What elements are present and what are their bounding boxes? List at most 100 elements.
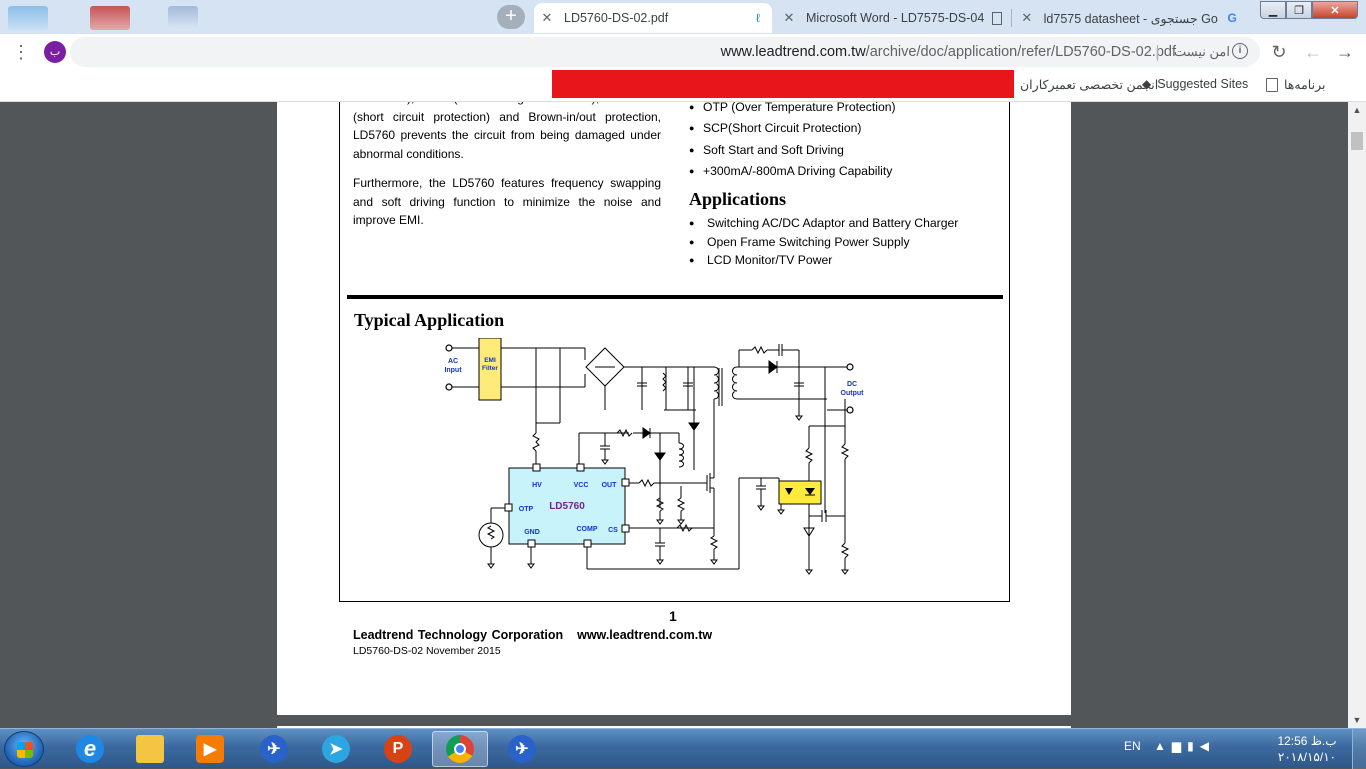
footer-company: Leadtrend Technology Corporation www.lead… xyxy=(353,628,712,642)
typical-application-heading: Typical Application xyxy=(354,310,505,330)
tab-ld5760[interactable]: ✕ LD5760-DS-02.pdf ℓ xyxy=(534,3,772,33)
back-arrow-icon[interactable]: ← xyxy=(1302,41,1324,63)
bookmark-label: انجمن تخصصی تعمیرکاران xyxy=(1020,78,1159,92)
show-desktop-button[interactable] xyxy=(1352,729,1366,769)
security-label[interactable]: امن نیست xyxy=(1174,44,1230,60)
tab-title: ld7575 datasheet - جستجوی Google xyxy=(1043,11,1219,26)
taskbar-ie[interactable]: e xyxy=(62,731,118,767)
close-icon[interactable]: ✕ xyxy=(538,10,556,26)
pin-comp: COMP xyxy=(577,526,598,533)
pdf-page-1: Protection), OVP (Over Voltage Protectio… xyxy=(277,102,1071,715)
new-tab-button[interactable]: + xyxy=(497,5,525,29)
taskbar-app-bird[interactable]: ✈ xyxy=(246,731,302,767)
list-item: +300mA/-800mA Driving Capability xyxy=(689,161,896,183)
pin-cs: CS xyxy=(608,527,618,534)
profile-avatar[interactable]: ب xyxy=(44,41,66,63)
page-number: 1 xyxy=(669,608,677,624)
scroll-up-icon[interactable]: ▲ xyxy=(1348,105,1366,115)
forward-arrow-icon[interactable]: → xyxy=(1334,41,1356,63)
network-icon[interactable]: ▆ xyxy=(1172,739,1187,753)
bookmark-forum[interactable]: انجمن تخصصی تعمیرکاران xyxy=(1020,77,1158,92)
volume-icon[interactable]: ◀ xyxy=(1200,739,1215,753)
maximize-button[interactable]: ❐ xyxy=(1286,1,1312,19)
media-player-icon: ▶ xyxy=(196,735,224,763)
scroll-down-icon[interactable]: ▼ xyxy=(1348,715,1366,725)
info-icon[interactable]: i xyxy=(1232,43,1248,59)
clock-date: ۲۰۱۸/۱۵/۱۰ xyxy=(1277,750,1337,764)
bird-app-icon: ✈ xyxy=(260,735,288,763)
tab-strip: + ✕ LD5760-DS-02.pdf ℓ ✕ Microsoft Word … xyxy=(0,0,1366,34)
suggested-sites-icon: ◆ xyxy=(1142,77,1152,91)
optocoupler-block xyxy=(778,480,822,505)
telegram-icon: ➤ xyxy=(322,735,350,763)
pdf-viewer[interactable]: Protection), OVP (Over Voltage Protectio… xyxy=(0,102,1348,728)
address-bar[interactable]: www.leadtrend.com.tw/archive/doc/applica… xyxy=(70,37,1260,67)
chrome-icon xyxy=(446,735,474,763)
pdf-favicon-icon: ℓ xyxy=(756,11,760,25)
scrollbar-thumb[interactable] xyxy=(1351,132,1363,150)
ac-input-label-2: Input xyxy=(444,367,462,374)
reload-icon[interactable]: ↻ xyxy=(1268,41,1290,63)
description-paragraph-2: Furthermore, the LD5760 features frequen… xyxy=(353,176,661,227)
feature-list: OTP (Over Temperature Protection) SCP(Sh… xyxy=(689,102,896,182)
document-favicon-icon xyxy=(992,11,1002,25)
ic-name: LD5760 xyxy=(549,501,585,512)
company-name: Leadtrend Technology Corporation xyxy=(353,628,564,642)
bird-app-icon: ✈ xyxy=(508,735,536,763)
filter-label: Filter xyxy=(482,365,498,372)
tray-arrow-icon[interactable]: ▲ xyxy=(1154,739,1172,753)
dc-output-label-1: DC xyxy=(847,381,857,388)
language-indicator[interactable]: EN xyxy=(1124,739,1141,753)
tab-word-ld7575[interactable]: ✕ Microsoft Word - LD7575-DS-04 xyxy=(774,3,1010,33)
system-tray[interactable]: ▲▆▮◀ xyxy=(1154,739,1215,753)
bookmark-label: Suggested Sites xyxy=(1157,77,1249,91)
bookmark-suggested-sites[interactable]: ◆ Suggested Sites xyxy=(1142,77,1248,91)
google-icon: G xyxy=(1227,11,1237,25)
menu-kebab-icon[interactable]: ⋮ xyxy=(10,41,32,63)
list-item: OTP (Over Temperature Protection) xyxy=(689,102,896,119)
taskbar-p-app[interactable]: P xyxy=(370,731,426,767)
pinned-tab-1[interactable] xyxy=(8,6,48,30)
tab-separator xyxy=(1011,9,1012,27)
redacted-bookmark-area xyxy=(552,70,1014,98)
footer-doc-id: LD5760-DS-02 November 2015 xyxy=(353,645,501,657)
start-button[interactable] xyxy=(4,731,44,767)
close-icon[interactable]: ✕ xyxy=(1018,10,1036,26)
clock-time: 12:56 ب.ظ xyxy=(1277,734,1337,748)
taskbar-explorer[interactable] xyxy=(122,731,178,767)
pin-vcc: VCC xyxy=(574,482,589,489)
pin-out: OUT xyxy=(602,482,618,489)
typical-application-schematic: EMI Filter LD5760 HV VCC OUT OTP GND COM… xyxy=(444,338,864,575)
list-item: Open Frame Switching Power Supply xyxy=(689,233,958,252)
taskbar-media[interactable]: ▶ xyxy=(182,731,238,767)
list-item: Soft Start and Soft Driving xyxy=(689,140,896,162)
windows-taskbar: e ▶ ✈ ➤ P ✈ EN ▲▆▮◀ 12:56 ب.ظ ۲۰۱۸/۱۵/۱۰ xyxy=(0,728,1366,769)
list-item: SCP(Short Circuit Protection) xyxy=(689,118,896,140)
page-icon xyxy=(1266,77,1278,92)
clock[interactable]: 12:56 ب.ظ ۲۰۱۸/۱۵/۱۰ xyxy=(1272,733,1342,765)
list-item: Switching AC/DC Adaptor and Battery Char… xyxy=(689,214,958,233)
folder-icon xyxy=(136,735,164,763)
bookmarks-bar: انجمن تخصصی تعمیرکاران ◆ Suggested Sites… xyxy=(0,70,1366,102)
taskbar-app-bird-2[interactable]: ✈ xyxy=(494,731,550,767)
browser-toolbar: ⋮ ب ☆ www.leadtrend.com.tw/archive/doc/a… xyxy=(0,34,1366,70)
tab-google-search[interactable]: ✕ ld7575 datasheet - جستجوی Google G xyxy=(1014,3,1246,33)
url-path: /archive/doc/application/refer/LD5760-DS… xyxy=(865,44,1176,60)
close-window-button[interactable]: ✕ xyxy=(1312,1,1358,19)
internet-explorer-icon: e xyxy=(76,735,104,763)
url-text[interactable]: www.leadtrend.com.tw/archive/doc/applica… xyxy=(721,44,1176,60)
taskbar-telegram[interactable]: ➤ xyxy=(308,731,364,767)
applications-list: Switching AC/DC Adaptor and Battery Char… xyxy=(689,214,958,270)
tab-title: LD5760-DS-02.pdf xyxy=(564,11,669,25)
pinned-tab-3[interactable] xyxy=(168,6,198,30)
minimize-button[interactable]: ▁ xyxy=(1260,1,1286,19)
taskbar-chrome[interactable] xyxy=(432,731,488,767)
pinned-tab-2[interactable] xyxy=(90,6,130,30)
vertical-scrollbar[interactable]: ▲ ▼ xyxy=(1348,102,1366,728)
pin-gnd: GND xyxy=(524,529,540,536)
bookmark-apps[interactable]: برنامه‌ها xyxy=(1266,77,1325,92)
ac-input-label-1: AC xyxy=(448,358,458,365)
p-app-icon: P xyxy=(384,735,412,763)
signal-icon[interactable]: ▮ xyxy=(1187,739,1200,753)
close-icon[interactable]: ✕ xyxy=(780,10,798,26)
